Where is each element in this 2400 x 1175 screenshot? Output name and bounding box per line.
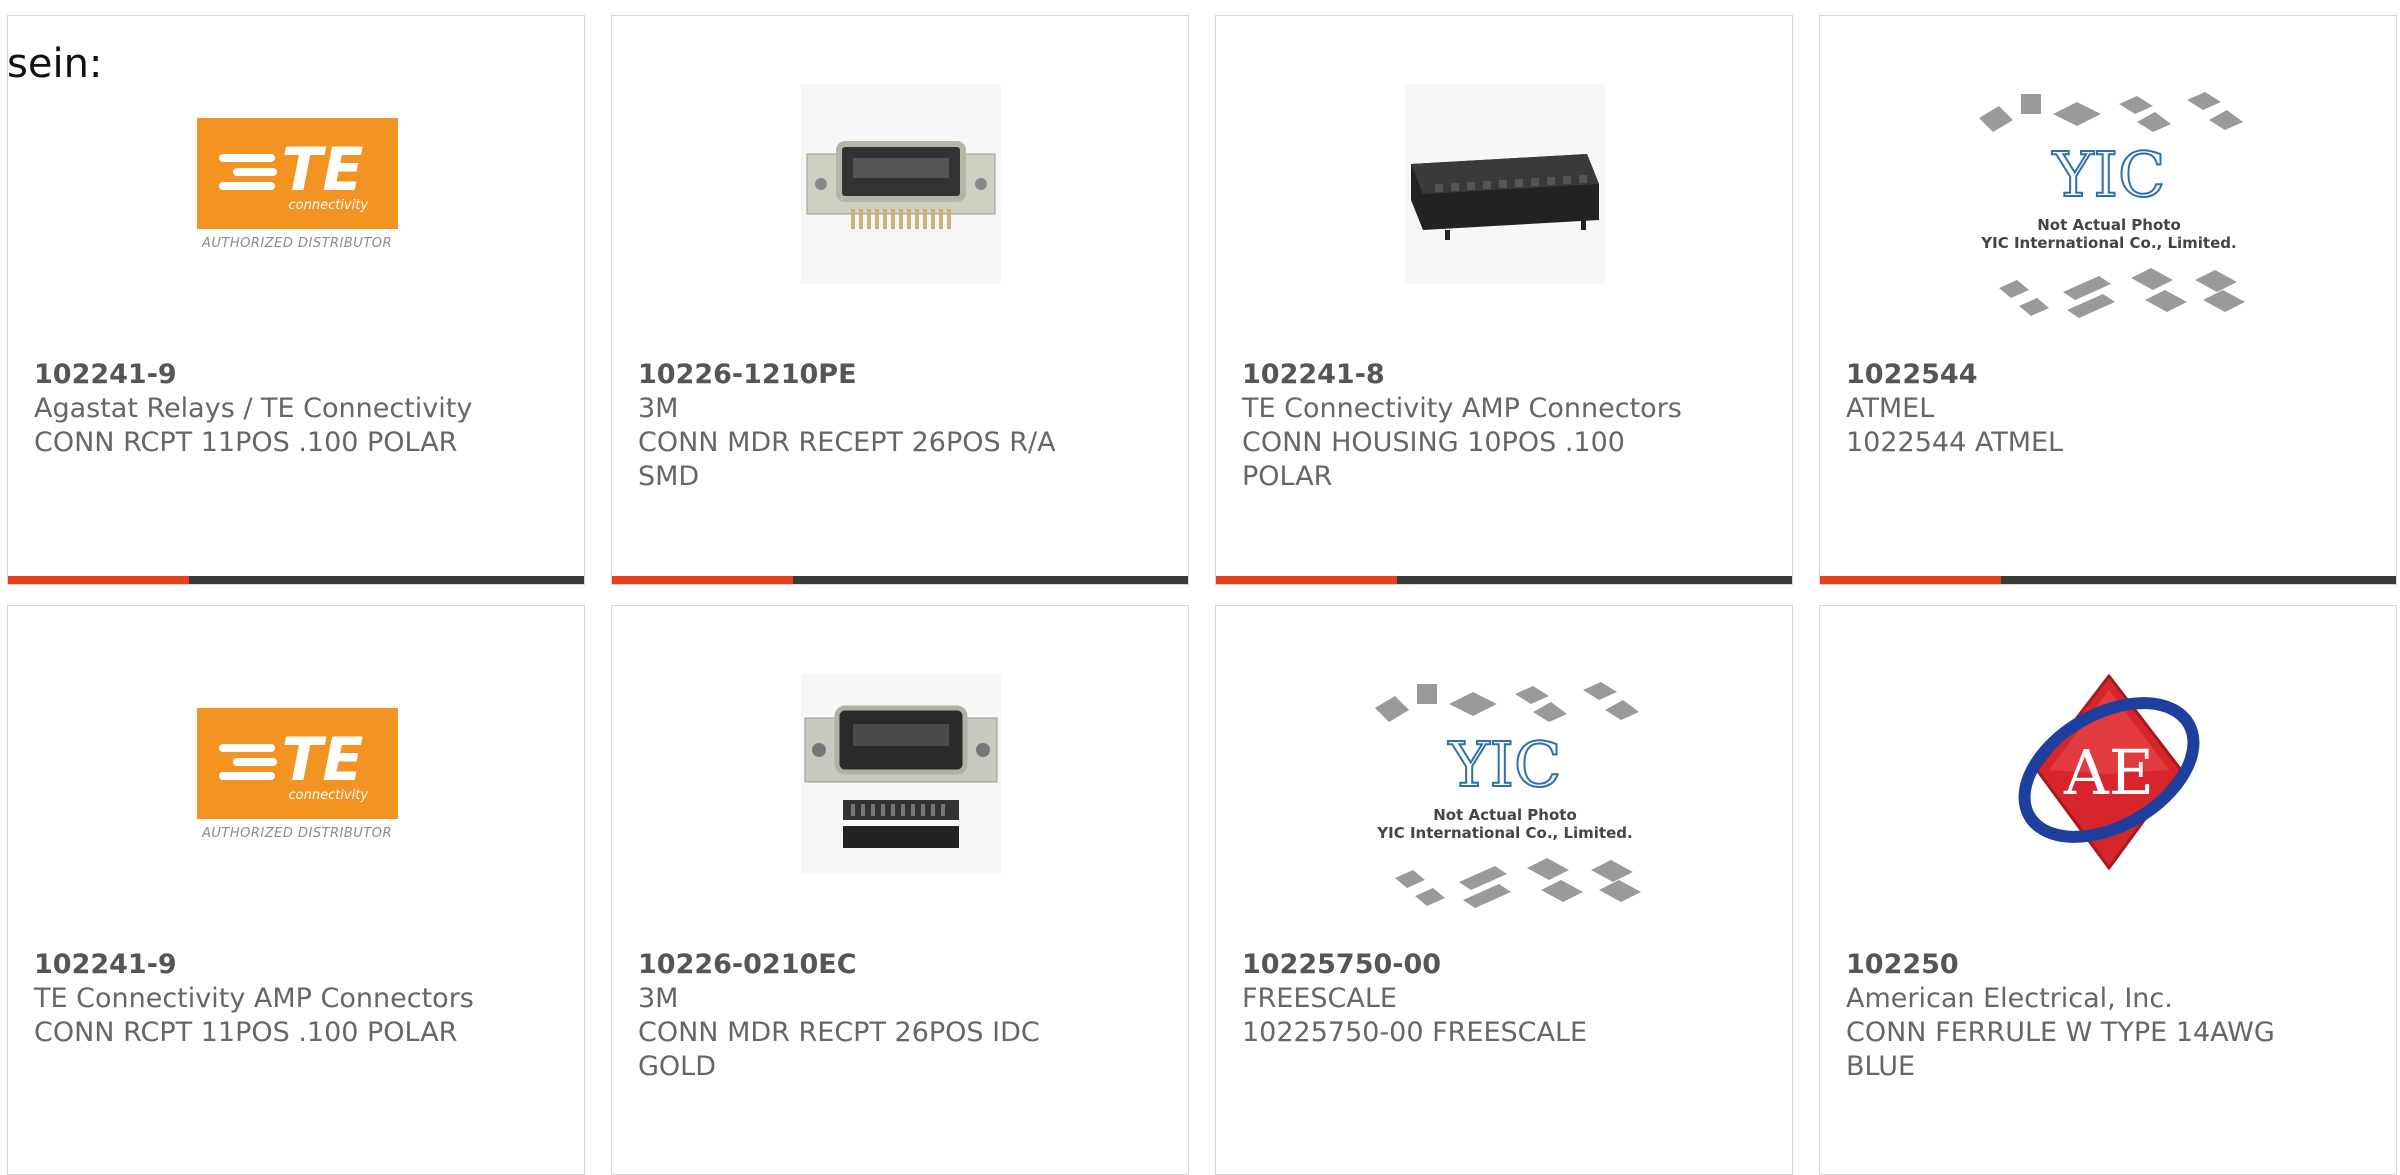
american-electrical-logo: AE — [2018, 674, 2200, 871]
product-card-10225750-00[interactable]: YIC Not Actual Photo YIC International C… — [1215, 605, 1793, 1175]
description: CONN RCPT 11POS .100 POLAR — [34, 1017, 458, 1048]
te-connectivity-logo: TE connectivity AUTHORIZED DISTRIBUTOR — [196, 117, 398, 251]
manufacturer: FREESCALE — [1242, 983, 1397, 1014]
card-accent-bar — [612, 576, 1188, 584]
product-card-102241-9-b[interactable]: TE connectivity AUTHORIZED DISTRIBUTOR 1… — [7, 605, 585, 1175]
product-image[interactable]: AE — [2009, 674, 2209, 874]
product-image[interactable]: YIC Not Actual Photo YIC International C… — [1355, 668, 1655, 928]
product-card-10226-0210EC[interactable]: 10226-0210EC 3M CONN MDR RECPT 26POS IDC… — [611, 605, 1189, 1175]
description: CONN HOUSING 10POS .100 POLAR — [1242, 427, 1625, 492]
part-number[interactable]: 10226-1210PE — [638, 358, 1162, 392]
part-number[interactable]: 102241-9 — [34, 948, 558, 982]
svg-text:Not Actual Photo: Not Actual Photo — [1433, 806, 1577, 824]
manufacturer: TE Connectivity AMP Connectors — [1242, 393, 1682, 424]
svg-text:YIC International Co., Limited: YIC International Co., Limited. — [1980, 234, 2236, 252]
svg-text:Not Actual Photo: Not Actual Photo — [2037, 216, 2181, 234]
description: 10225750-00 FREESCALE — [1242, 1017, 1588, 1048]
svg-text:AE: AE — [2063, 736, 2154, 809]
description: CONN RCPT 11POS .100 POLAR — [34, 427, 458, 458]
card-accent-bar — [1820, 576, 2396, 584]
product-image[interactable]: TE connectivity AUTHORIZED DISTRIBUTOR — [196, 674, 398, 874]
part-number[interactable]: 10225750-00 — [1242, 948, 1766, 982]
product-image[interactable] — [801, 84, 1001, 284]
part-number[interactable]: 102250 — [1846, 948, 2370, 982]
manufacturer: TE Connectivity AMP Connectors — [34, 983, 474, 1014]
part-number[interactable]: 102241-8 — [1242, 358, 1766, 392]
manufacturer: ATMEL — [1846, 393, 1935, 424]
svg-text:YIC: YIC — [2052, 138, 2166, 211]
connector-photo — [801, 674, 1001, 874]
yic-placeholder-image: YIC Not Actual Photo YIC International C… — [1375, 682, 1641, 908]
product-card-10226-1210PE[interactable]: 10226-1210PE 3M CONN MDR RECEPT 26POS R/… — [611, 15, 1189, 585]
housing-photo — [1405, 84, 1605, 284]
product-card-102241-8[interactable]: 102241-8 TE Connectivity AMP Connectors … — [1215, 15, 1793, 585]
description: 1022544 ATMEL — [1846, 427, 2064, 458]
card-accent-bar — [8, 576, 584, 584]
product-image[interactable] — [801, 674, 1001, 874]
manufacturer: American Electrical, Inc. — [1846, 983, 2173, 1014]
part-number[interactable]: 102241-9 — [34, 358, 558, 392]
product-card-1022544[interactable]: YIC Not Actual Photo YIC International C… — [1819, 15, 2397, 585]
product-image[interactable] — [1405, 84, 1605, 284]
yic-placeholder-image: YIC Not Actual Photo YIC International C… — [1979, 92, 2245, 318]
manufacturer: 3M — [638, 983, 679, 1014]
manufacturer: 3M — [638, 393, 679, 424]
description: CONN MDR RECEPT 26POS R/A SMD — [638, 427, 1056, 492]
description: CONN FERRULE W TYPE 14AWG BLUE — [1846, 1017, 2275, 1082]
description: CONN MDR RECPT 26POS IDC GOLD — [638, 1017, 1040, 1082]
product-card-102250[interactable]: AE 102250 American Electrical, Inc. CONN… — [1819, 605, 2397, 1175]
lead-text: sein: — [7, 41, 103, 87]
product-image[interactable]: YIC Not Actual Photo YIC International C… — [1959, 78, 2259, 338]
card-accent-bar — [1216, 576, 1792, 584]
te-connectivity-logo: TE connectivity AUTHORIZED DISTRIBUTOR — [196, 707, 398, 841]
connector-photo — [801, 84, 1001, 284]
svg-text:YIC International Co., Limited: YIC International Co., Limited. — [1376, 824, 1632, 842]
part-number[interactable]: 10226-0210EC — [638, 948, 1162, 982]
part-number[interactable]: 1022544 — [1846, 358, 2370, 392]
product-image[interactable]: TE connectivity AUTHORIZED DISTRIBUTOR — [196, 84, 398, 284]
manufacturer: Agastat Relays / TE Connectivity — [34, 393, 473, 424]
svg-text:YIC: YIC — [1448, 728, 1562, 801]
product-card-102241-9[interactable]: TE connectivity AUTHORIZED DISTRIBUTOR 1… — [7, 15, 585, 585]
